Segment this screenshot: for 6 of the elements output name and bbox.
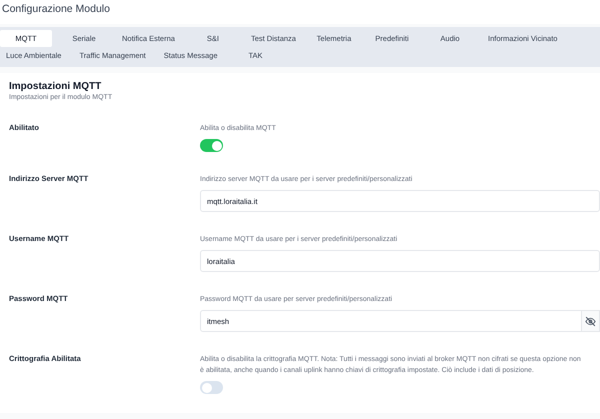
toggle-switch[interactable] (200, 381, 223, 394)
eye-off-icon (585, 316, 596, 326)
section-title: Impostazioni MQTT (9, 81, 102, 92)
hide-password-button[interactable] (582, 310, 600, 332)
toggle-switch[interactable] (200, 139, 223, 152)
page-title: Configurazione Modulo (2, 3, 111, 15)
